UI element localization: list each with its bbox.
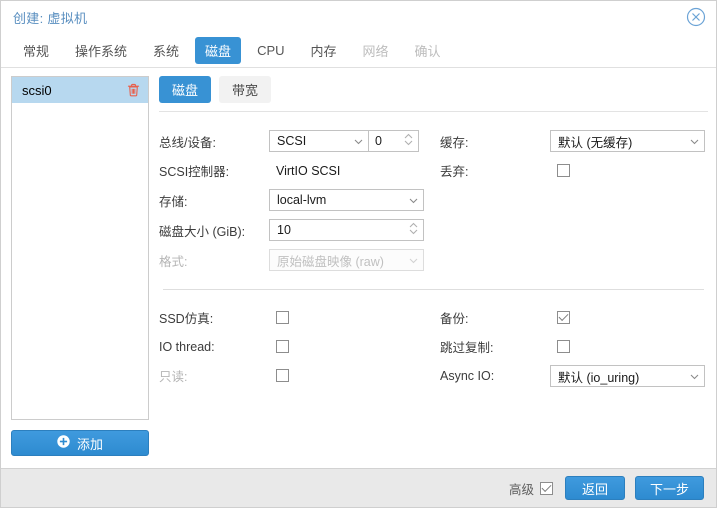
field-discard: 丢弃: [440, 156, 708, 185]
add-device-button[interactable]: 添加 [11, 430, 149, 456]
tab-memory[interactable]: 内存 [301, 37, 347, 64]
discard-checkbox[interactable] [557, 164, 570, 177]
format-label: 格式: [159, 254, 188, 269]
add-device-label: 添加 [76, 436, 103, 452]
bus-select[interactable]: SCSI [269, 130, 369, 152]
async-io-label: Async IO: [440, 369, 495, 383]
skip-replication-checkbox[interactable] [557, 340, 570, 353]
chevron-down-icon [354, 134, 363, 148]
back-button[interactable]: 返回 [564, 476, 625, 500]
chevron-down-icon [409, 253, 418, 267]
bus-select-value: SCSI [277, 134, 307, 148]
readonly-checkbox [276, 369, 289, 382]
dialog-titlebar: 创建: 虚拟机 [1, 1, 716, 33]
spinner-arrows-icon [404, 133, 413, 149]
ssd-emulation-label: SSD仿真: [159, 312, 214, 326]
disk-size-value: 10 [277, 223, 291, 237]
disk-form: 总线/设备: SCSI 0 SCSI控制器: VirtIO SCSI 存储: l… [159, 126, 708, 275]
discard-label: 丢弃: [440, 165, 469, 179]
dialog-body: scsi0 添加 磁盘 带宽 总线/设备: SCSI 0 SCSI控制器: Vi… [1, 68, 716, 468]
device-index-spinner[interactable]: 0 [369, 130, 419, 152]
storage-select-value: local-lvm [277, 193, 327, 207]
disk-size-label: 磁盘大小 (GiB): [159, 224, 246, 239]
device-label: scsi0 [22, 82, 52, 98]
disk-panel: 磁盘 带宽 总线/设备: SCSI 0 SCSI控制器: VirtIO SCSI… [159, 76, 708, 468]
advanced-toggle[interactable]: 高级 [509, 479, 553, 498]
device-index-value: 0 [375, 134, 382, 148]
skip-replication-label: 跳过复制: [440, 341, 494, 355]
form-column-right: 缓存: 默认 (无缓存) 丢弃: [434, 126, 708, 275]
field-async-io: Async IO: 默认 (io_uring) [440, 361, 708, 391]
device-sidebar: scsi0 添加 [11, 76, 149, 468]
options-column-left: SSD仿真: IO thread: 只读: [159, 303, 434, 391]
options-column-right: 备份: 跳过复制: Async IO: 默认 (io_uring) [434, 303, 708, 391]
format-select-value: 原始磁盘映像 (raw) [277, 254, 384, 269]
tab-general[interactable]: 常规 [13, 37, 59, 64]
form-column-left: 总线/设备: SCSI 0 SCSI控制器: VirtIO SCSI 存储: l… [159, 126, 434, 275]
readonly-label: 只读: [159, 370, 188, 384]
field-bus-device: 总线/设备: SCSI 0 [159, 126, 434, 156]
field-ssd-emulation: SSD仿真: [159, 303, 434, 332]
field-backup: 备份: [440, 303, 708, 332]
io-thread-label: IO thread: [159, 339, 215, 354]
scsi-controller-label: SCSI控制器: [159, 165, 230, 179]
field-io-thread: IO thread: [159, 332, 434, 361]
field-readonly: 只读: [159, 361, 434, 390]
async-io-select-value: 默认 (io_uring) [558, 370, 640, 385]
create-vm-dialog: 创建: 虚拟机 常规 操作系统 系统 磁盘 CPU 内存 网络 确认 scsi0 [0, 0, 717, 508]
scsi-controller-value: VirtIO SCSI [276, 163, 341, 178]
disk-options-form: SSD仿真: IO thread: 只读: 备份: 跳过复制: Async IO… [159, 303, 708, 391]
subtab-bandwidth[interactable]: 带宽 [219, 76, 272, 103]
disk-subtabs: 磁盘 带宽 [159, 76, 708, 111]
backup-checkbox[interactable] [557, 311, 570, 324]
ssd-emulation-checkbox[interactable] [276, 311, 289, 324]
field-cache: 缓存: 默认 (无缓存) [440, 126, 708, 156]
dialog-footer: 高级 返回 下一步 [1, 468, 716, 507]
tab-system[interactable]: 系统 [143, 37, 189, 64]
tab-disks[interactable]: 磁盘 [195, 36, 242, 64]
trash-icon[interactable] [127, 83, 140, 97]
chevron-down-icon [690, 369, 699, 383]
tab-confirm: 确认 [414, 43, 441, 59]
field-disk-size: 磁盘大小 (GiB): 10 [159, 215, 434, 245]
backup-label: 备份: [440, 312, 469, 326]
format-select: 原始磁盘映像 (raw) [269, 249, 424, 271]
tab-network: 网络 [362, 43, 389, 59]
dialog-title: 创建: 虚拟机 [13, 10, 88, 26]
advanced-checkbox[interactable] [539, 481, 553, 495]
advanced-label: 高级 [508, 482, 534, 497]
io-thread-checkbox[interactable] [276, 340, 289, 353]
field-skip-replication: 跳过复制: [440, 332, 708, 361]
next-button[interactable]: 下一步 [634, 476, 704, 500]
field-storage: 存储: local-lvm [159, 185, 434, 215]
storage-label: 存储: [159, 194, 188, 209]
list-item-scsi0[interactable]: scsi0 [12, 77, 148, 103]
spinner-arrows-icon [409, 222, 418, 238]
bus-device-label: 总线/设备: [159, 135, 216, 150]
section-divider [163, 289, 704, 290]
chevron-down-icon [409, 193, 418, 207]
tab-cpu[interactable]: CPU [247, 39, 294, 62]
tab-os[interactable]: 操作系统 [65, 37, 137, 64]
field-format: 格式: 原始磁盘映像 (raw) [159, 245, 434, 275]
device-list[interactable]: scsi0 [11, 76, 149, 420]
cache-select-value: 默认 (无缓存) [558, 135, 633, 150]
plus-circle-icon [57, 435, 70, 451]
field-scsi-controller: SCSI控制器: VirtIO SCSI [159, 156, 434, 185]
wizard-tabbar: 常规 操作系统 系统 磁盘 CPU 内存 网络 确认 [1, 33, 716, 68]
close-circle-icon[interactable] [686, 7, 706, 27]
subtab-divider [159, 111, 708, 112]
async-io-select[interactable]: 默认 (io_uring) [550, 365, 705, 387]
cache-select[interactable]: 默认 (无缓存) [550, 130, 705, 152]
disk-size-spinner[interactable]: 10 [269, 219, 424, 241]
chevron-down-icon [690, 134, 699, 148]
cache-label: 缓存: [440, 135, 469, 150]
subtab-disk[interactable]: 磁盘 [159, 76, 212, 103]
storage-select[interactable]: local-lvm [269, 189, 424, 211]
